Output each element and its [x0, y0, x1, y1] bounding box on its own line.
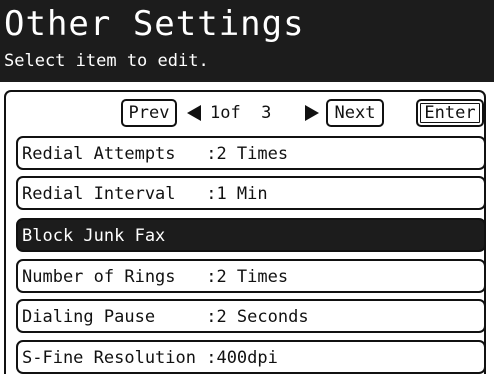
right-arrow-icon [305, 105, 319, 121]
setting-label: Redial Interval :1 Min [22, 184, 268, 204]
pager-bar: Prev 1of 3 Next Enter [6, 92, 484, 132]
page-indicator: 1of 3 [210, 103, 272, 123]
setting-row-number-of-rings[interactable]: Number of Rings :2 Times [16, 259, 486, 293]
page-title: Other Settings [4, 4, 305, 44]
page-subtitle: Select item to edit. [4, 51, 209, 71]
prev-button[interactable]: Prev [121, 99, 177, 127]
setting-label: Dialing Pause :2 Seconds [22, 307, 309, 327]
setting-label: Redial Attempts :2 Times [22, 144, 289, 164]
header: Other Settings Select item to edit. [0, 0, 494, 82]
setting-row-redial-attempts[interactable]: Redial Attempts :2 Times [16, 136, 486, 170]
setting-row-dialing-pause[interactable]: Dialing Pause :2 Seconds [16, 299, 486, 333]
left-arrow-icon [187, 105, 201, 121]
enter-button[interactable]: Enter [416, 99, 484, 127]
setting-row-redial-interval[interactable]: Redial Interval :1 Min [16, 176, 486, 210]
setting-label: Number of Rings :2 Times [22, 267, 289, 287]
setting-label: S-Fine Resolution :400dpi [22, 348, 278, 368]
next-button[interactable]: Next [326, 99, 384, 127]
setting-row-block-junk-fax[interactable]: Block Junk Fax [16, 218, 486, 252]
settings-panel: Prev 1of 3 Next Enter Redial Attempts :2… [4, 90, 486, 374]
setting-row-s-fine-resolution[interactable]: S-Fine Resolution :400dpi [16, 340, 486, 374]
setting-label: Block Junk Fax [22, 226, 166, 246]
